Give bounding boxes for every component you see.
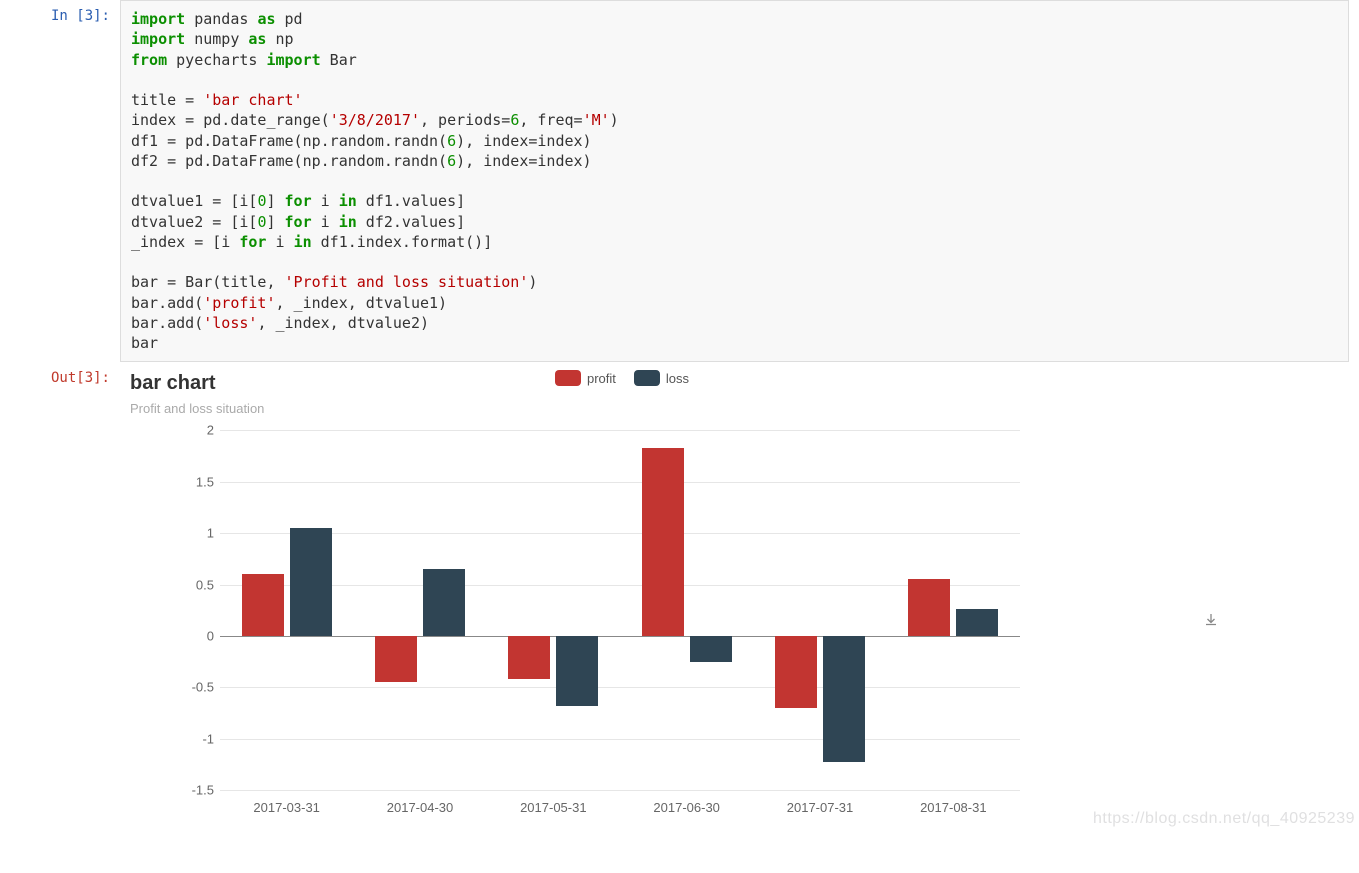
- legend-label-profit: profit: [587, 371, 616, 386]
- y-tick-label: -1: [180, 731, 214, 746]
- bar-loss[interactable]: [423, 569, 465, 636]
- bar-profit[interactable]: [375, 636, 417, 682]
- code-input-area[interactable]: import pandas as pd import numpy as np f…: [120, 0, 1349, 362]
- code-block[interactable]: import pandas as pd import numpy as np f…: [131, 9, 1338, 353]
- bar-loss[interactable]: [556, 636, 598, 706]
- y-tick-label: 0: [180, 628, 214, 643]
- download-icon[interactable]: [1203, 612, 1219, 633]
- bar-profit[interactable]: [775, 636, 817, 708]
- bar-loss[interactable]: [956, 609, 998, 636]
- x-tick-label: 2017-04-30: [387, 800, 454, 815]
- legend-swatch-loss: [634, 370, 660, 386]
- x-tick-label: 2017-03-31: [253, 800, 320, 815]
- bar-loss[interactable]: [690, 636, 732, 662]
- legend-label-loss: loss: [666, 371, 689, 386]
- x-tick-label: 2017-05-31: [520, 800, 587, 815]
- y-tick-label: 1.5: [180, 474, 214, 489]
- chart-title: bar chart: [130, 372, 1349, 395]
- bar-loss[interactable]: [823, 636, 865, 763]
- chart-legend: profit loss: [555, 370, 689, 386]
- input-prompt: In [3]:: [0, 0, 120, 24]
- legend-item-loss[interactable]: loss: [634, 370, 689, 386]
- output-prompt: Out[3]:: [0, 362, 120, 386]
- bar-profit[interactable]: [908, 579, 950, 636]
- bar-profit[interactable]: [642, 448, 684, 636]
- legend-item-profit[interactable]: profit: [555, 370, 616, 386]
- y-tick-label: 2: [180, 423, 214, 438]
- legend-swatch-profit: [555, 370, 581, 386]
- chart-output: bar chart profit loss Profit and loss si…: [120, 362, 1359, 830]
- y-tick-label: 1: [180, 526, 214, 541]
- chart-subtitle: Profit and loss situation: [130, 401, 1349, 416]
- output-cell: Out[3]: bar chart profit loss Profit and…: [0, 362, 1359, 830]
- bar-loss[interactable]: [290, 528, 332, 636]
- input-cell: In [3]: import pandas as pd import numpy…: [0, 0, 1359, 362]
- chart-area: -1.5-1-0.500.511.522017-03-312017-04-302…: [130, 430, 1040, 830]
- plot-area: [220, 430, 1020, 790]
- y-tick-label: -1.5: [180, 783, 214, 798]
- bar-profit[interactable]: [242, 574, 284, 636]
- bar-profit[interactable]: [508, 636, 550, 679]
- y-tick-label: 0.5: [180, 577, 214, 592]
- y-tick-label: -0.5: [180, 680, 214, 695]
- x-tick-label: 2017-06-30: [653, 800, 720, 815]
- x-tick-label: 2017-08-31: [920, 800, 987, 815]
- x-tick-label: 2017-07-31: [787, 800, 854, 815]
- watermark-text: https://blog.csdn.net/qq_40925239: [1093, 810, 1355, 828]
